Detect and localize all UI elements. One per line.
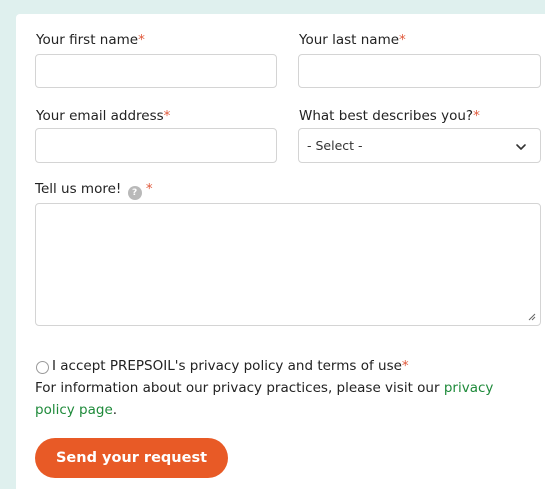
send-request-button[interactable]: Send your request: [35, 438, 228, 478]
last-name-input[interactable]: [298, 54, 541, 88]
chevron-down-icon: [516, 144, 526, 150]
describe-select-value: - Select -: [307, 138, 363, 153]
resize-grip-icon[interactable]: [528, 313, 536, 321]
describe-label: What best describes you?*: [299, 108, 480, 124]
required-mark: *: [399, 32, 406, 48]
required-mark: *: [473, 108, 480, 124]
privacy-accept-label[interactable]: I accept PREPSOIL's privacy policy and t…: [52, 355, 409, 377]
tell-more-textarea[interactable]: [35, 203, 541, 326]
describe-select[interactable]: - Select -: [298, 128, 541, 163]
required-mark: *: [401, 358, 409, 374]
first-name-input[interactable]: [35, 54, 277, 88]
privacy-checkbox[interactable]: [36, 361, 49, 374]
email-input[interactable]: [35, 128, 277, 163]
tell-more-label: Tell us more! ? *: [35, 181, 153, 200]
last-name-label: Your last name*: [299, 32, 406, 48]
required-mark: *: [138, 32, 145, 48]
required-mark: *: [145, 181, 153, 197]
email-label: Your email address*: [36, 108, 171, 124]
required-mark: *: [163, 108, 171, 124]
privacy-info-text: For information about our privacy practi…: [35, 380, 494, 418]
help-icon[interactable]: ?: [127, 186, 142, 200]
first-name-label: Your first name*: [36, 32, 145, 48]
